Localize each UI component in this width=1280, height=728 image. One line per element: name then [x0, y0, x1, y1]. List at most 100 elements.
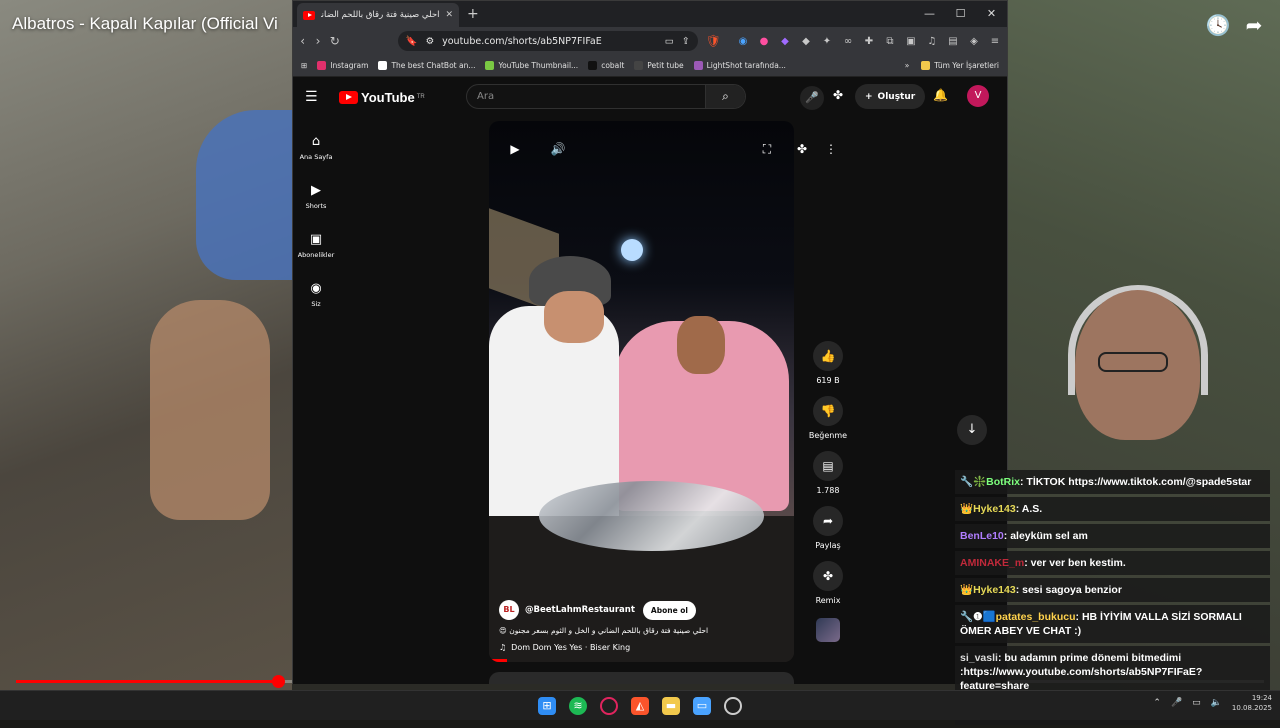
opera-icon[interactable] — [600, 696, 618, 715]
tab-close-icon[interactable]: ✕ — [445, 10, 453, 20]
guide-item[interactable]: ◉ Siz — [293, 270, 339, 319]
media-icon[interactable]: ♫ — [926, 36, 938, 47]
watch-later-icon[interactable]: 🕓 — [1205, 12, 1231, 38]
short-description[interactable]: احلي صينية فتة رقاق باللحم الضاني و الخل… — [499, 626, 784, 635]
bookmark-item[interactable]: LightShot tarafında... — [693, 61, 786, 70]
more-bookmarks-icon[interactable]: » — [905, 61, 910, 70]
guide-item[interactable]: ▶ Shorts — [293, 172, 339, 221]
spotify-icon[interactable]: ≋ — [569, 696, 587, 715]
site-info-icon[interactable]: ⚙ — [426, 36, 435, 47]
chat-username[interactable]: AMINAKE_m — [960, 557, 1024, 569]
voice-search-icon[interactable]: 🎤 — [800, 86, 824, 110]
notifications-bell-icon[interactable]: 🔔 — [933, 88, 948, 102]
address-bar[interactable]: 🔖 ⚙ youtube.com/shorts/ab5NP7FIFaE ▭ ⇪ — [397, 31, 698, 51]
shorts-icon: ▶ — [311, 182, 321, 198]
forward-icon[interactable]: › — [314, 34, 321, 48]
back-icon[interactable]: ‹ — [299, 34, 306, 48]
remix-button[interactable]: ✤ Remix — [813, 561, 843, 605]
tray-mic-icon[interactable]: 🎤 — [1171, 698, 1182, 708]
menu-icon[interactable]: ☰ — [305, 89, 325, 105]
extension-puzzle-icon[interactable]: ✚ — [863, 36, 875, 47]
extension-purple-icon[interactable]: ◆ — [779, 36, 791, 47]
tab-youtube-short[interactable]: احلي صينية فتة رقاق باللحم الضاني ✕ — [297, 3, 459, 27]
channel-name[interactable]: @BeetLahmRestaurant — [525, 605, 635, 615]
file-explorer-icon[interactable]: ▬ — [662, 696, 680, 715]
bookmark-item[interactable]: The best ChatBot an... — [378, 61, 475, 70]
bookmark-favicon-icon — [378, 61, 388, 70]
all-bookmarks-folder[interactable]: Tüm Yer İşaretleri — [921, 61, 999, 70]
tray-volume-icon[interactable]: 🔈 — [1211, 698, 1222, 708]
system-clock[interactable]: 19:24 10.08.2025 — [1232, 693, 1272, 713]
bookmark-item[interactable]: YouTube Thumbnail... — [485, 61, 578, 70]
share-arrow-icon[interactable]: ➦ — [1241, 12, 1267, 38]
obs-icon[interactable] — [724, 696, 742, 715]
create-button[interactable]: + Oluştur — [855, 84, 926, 109]
vpn-icon[interactable]: ◈ — [968, 36, 980, 47]
extension-pink-icon[interactable]: ● — [758, 36, 770, 47]
search-button[interactable]: ⌕ — [705, 85, 745, 108]
cast-icon[interactable]: ▭ — [665, 36, 674, 47]
remix-icon[interactable]: ✤ — [833, 88, 843, 102]
chat-username[interactable]: Hyke143 — [973, 503, 1016, 515]
short-song[interactable]: ♫ Dom Dom Yes Yes · Biser King — [499, 643, 784, 652]
chat-username[interactable]: Hyke143 — [973, 584, 1016, 596]
extensions-menu-icon[interactable]: ⧉ — [884, 36, 896, 47]
extension-diamond-icon[interactable]: ◆ — [800, 36, 812, 47]
bookmark-item[interactable]: Petit tube — [634, 61, 684, 70]
remix-player-icon[interactable]: ✤ — [792, 139, 812, 159]
bookmarks-bar: ⊞ Instagram The best ChatBot an... YouTube… — [293, 55, 1007, 77]
comments-button[interactable]: ▤ 1.788 — [813, 451, 843, 495]
new-tab-icon[interactable]: + — [467, 6, 479, 22]
search-input[interactable] — [467, 85, 705, 108]
minimize-icon[interactable]: — — [914, 1, 945, 27]
dislike-button[interactable]: 👎 Beğenme — [809, 396, 847, 440]
reload-icon[interactable]: ↻ — [330, 34, 340, 48]
like-button[interactable]: 👍 619 B — [813, 341, 843, 385]
wallet-icon[interactable]: ▤ — [947, 36, 959, 47]
next-short-arrow-icon[interactable]: ↓ — [957, 415, 987, 445]
guide-item[interactable]: ▣ Abonelikler — [293, 221, 339, 270]
hand-shape — [150, 300, 270, 520]
bookmark-item[interactable]: Instagram — [317, 61, 368, 70]
search-box: ⌕ — [466, 84, 746, 109]
maximize-icon[interactable]: ☐ — [945, 1, 976, 27]
sidebar-toggle-icon[interactable]: ▣ — [905, 36, 917, 47]
close-window-icon[interactable]: ✕ — [976, 1, 1007, 27]
share-button[interactable]: ➦ Paylaş — [813, 506, 843, 550]
extension-star-icon[interactable]: ✦ — [821, 36, 833, 47]
youtube-logo[interactable]: YouTube TR — [339, 90, 425, 105]
subscribe-button[interactable]: Abone ol — [642, 600, 696, 620]
tray-chevron-icon[interactable]: ⌃ — [1153, 698, 1161, 708]
chat-username[interactable]: BotRix — [986, 476, 1020, 488]
play-icon[interactable]: ▶ — [505, 139, 525, 159]
bookmark-favicon-icon — [588, 61, 598, 70]
extension-glasses-icon[interactable]: ∞ — [842, 36, 854, 47]
short-progress-bar[interactable] — [489, 659, 507, 662]
extension-audio-icon[interactable]: ◉ — [737, 36, 749, 47]
share-page-icon[interactable]: ⇪ — [682, 36, 690, 47]
bookmark-item[interactable]: cobalt — [588, 61, 624, 70]
search-icon: ⌕ — [722, 89, 729, 103]
guide-item[interactable]: ⌂ Ana Sayfa — [293, 123, 339, 172]
account-avatar[interactable]: V — [967, 85, 989, 107]
sound-thumbnail[interactable] — [816, 618, 840, 642]
shorts-player[interactable]: ▶ 🔊 ⛶ BL @BeetLahmRestaurant Abone ol اح… — [489, 121, 794, 662]
chat-username[interactable]: patates_bukucu — [996, 611, 1076, 623]
fullscreen-icon[interactable]: ⛶ — [757, 139, 777, 159]
tray-network-icon[interactable]: ▭ — [1192, 698, 1201, 708]
monitor-app-icon[interactable]: ▭ — [693, 696, 711, 715]
comment-icon: ▤ — [813, 451, 843, 481]
volume-icon[interactable]: 🔊 — [548, 139, 568, 159]
background-progress-scrubber[interactable] — [272, 675, 286, 688]
next-short-preview[interactable] — [489, 672, 794, 684]
brave-shield-icon[interactable]: 🛡 — [706, 34, 721, 48]
windows-start-icon[interactable]: ⊞ — [538, 696, 556, 715]
browser-menu-icon[interactable]: ≡ — [989, 36, 1001, 47]
chat-username[interactable]: si_vasli — [960, 652, 998, 664]
bookmark-icon[interactable]: 🔖 — [406, 36, 418, 47]
apps-grid-icon[interactable]: ⊞ — [301, 61, 307, 70]
brave-icon[interactable]: ◭ — [631, 696, 649, 715]
more-options-icon[interactable]: ⋮ — [821, 139, 841, 159]
channel-avatar[interactable]: BL — [499, 600, 519, 620]
chat-username[interactable]: BenLe10 — [960, 530, 1004, 542]
